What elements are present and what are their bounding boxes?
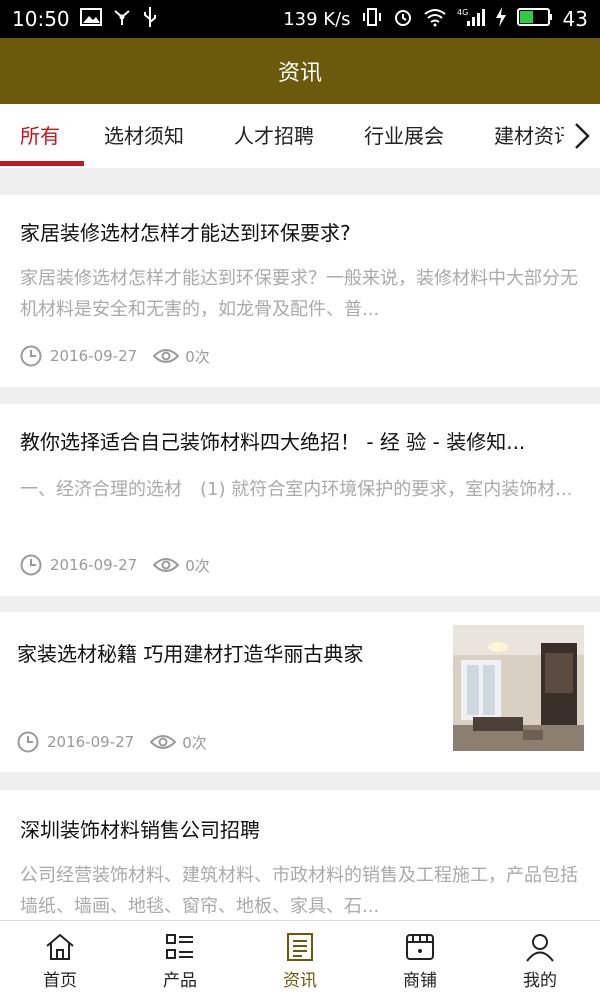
clock-icon — [20, 345, 42, 367]
article-title: 家居装修选材怎样才能达到环保要求? — [20, 221, 351, 245]
article-views: 0次 — [185, 347, 210, 366]
article-meta: 2016-09-27 0次 — [17, 731, 207, 753]
eye-icon — [153, 349, 180, 363]
article-title: 家装选材秘籍 巧用建材打造华丽古典家 — [17, 642, 364, 666]
charging-icon — [495, 6, 507, 32]
tabs-more-button[interactable] — [564, 104, 600, 168]
article-date: 2016-09-27 — [50, 556, 138, 574]
article-summary: 公司经营装饰材料、建筑材料、市政材料的销售及工程施工，产品包括墙纸、墙画、地毯、… — [20, 865, 578, 917]
article-views: 0次 — [185, 556, 210, 575]
signal-4g-icon: 4G — [457, 7, 485, 32]
vibrate-icon — [361, 7, 383, 32]
bottom-navigation: 首页 产品 资讯 商铺 我的 — [0, 920, 600, 1001]
nav-news[interactable]: 资讯 — [240, 921, 360, 1001]
article-card[interactable]: 家居装修选材怎样才能达到环保要求? 家居装修选材怎样才能达到环保要求？一般来说，… — [0, 195, 600, 387]
share-icon — [112, 7, 132, 32]
category-tabs: 所有 选材须知 人才招聘 行业展会 建材资讯 — [0, 104, 600, 168]
page-title: 资讯 — [277, 61, 322, 86]
app-header: 资讯 — [0, 38, 600, 104]
article-thumbnail — [453, 625, 584, 751]
list-icon — [166, 933, 193, 959]
network-speed: 139 K/s — [283, 8, 351, 30]
tab-exhibitions[interactable]: 行业展会 — [364, 104, 444, 168]
store-icon — [406, 933, 434, 960]
article-views: 0次 — [182, 733, 207, 752]
nav-store-label: 商铺 — [403, 970, 437, 991]
nav-home[interactable]: 首页 — [0, 921, 120, 1001]
tab-all[interactable]: 所有 — [20, 104, 60, 168]
battery-icon — [516, 7, 553, 31]
nav-products[interactable]: 产品 — [120, 921, 240, 1001]
tab-material-tips[interactable]: 选材须知 — [104, 104, 184, 168]
usb-icon — [142, 6, 158, 33]
alarm-icon — [393, 7, 413, 32]
article-title: 深圳装饰材料销售公司招聘 — [20, 818, 260, 842]
home-icon — [46, 933, 74, 960]
svg-text:4G: 4G — [457, 8, 468, 17]
article-summary: 一、经济合理的选材 (1) 就符合室内环境保护的要求，室内装饰材... — [20, 479, 573, 500]
article-card[interactable]: 家装选材秘籍 巧用建材打造华丽古典家 2016-09-27 0次 — [0, 612, 600, 772]
article-meta: 2016-09-27 0次 — [20, 554, 210, 576]
article-card[interactable]: 教你选择适合自己装饰材料四大绝招！ - 经 验 - 装修知... 一、经济合理的… — [0, 404, 600, 596]
user-icon — [526, 933, 554, 962]
clock-icon — [17, 731, 39, 753]
status-bar: 10:50 139 K/s 4G 43 — [0, 0, 600, 38]
active-tab-indicator — [0, 161, 84, 166]
article-date: 2016-09-27 — [50, 347, 138, 365]
nav-store[interactable]: 商铺 — [360, 921, 480, 1001]
news-icon — [287, 932, 313, 961]
nav-me-label: 我的 — [523, 970, 557, 991]
article-card[interactable]: 深圳装饰材料销售公司招聘 公司经营装饰材料、建筑材料、市政材料的销售及工程施工，… — [0, 790, 600, 920]
battery-level: 43 — [562, 7, 588, 31]
tab-building-news[interactable]: 建材资讯 — [494, 104, 574, 168]
status-time: 10:50 — [12, 7, 70, 31]
clock-icon — [20, 554, 42, 576]
nav-news-label: 资讯 — [283, 970, 317, 991]
tab-recruitment[interactable]: 人才招聘 — [234, 104, 314, 168]
article-summary: 家居装修选材怎样才能达到环保要求？一般来说，装修材料中大部分无机材料是安全和无害… — [20, 268, 578, 320]
eye-icon — [153, 558, 180, 572]
article-title: 教你选择适合自己装饰材料四大绝招！ - 经 验 - 装修知... — [20, 430, 526, 454]
article-date: 2016-09-27 — [47, 733, 135, 751]
nav-products-label: 产品 — [163, 970, 197, 991]
wifi-icon — [423, 7, 447, 32]
nav-home-label: 首页 — [43, 970, 77, 991]
nav-me[interactable]: 我的 — [480, 921, 600, 1001]
image-icon — [79, 7, 102, 31]
chevron-right-icon — [575, 123, 590, 149]
eye-icon — [150, 735, 177, 749]
article-meta: 2016-09-27 0次 — [20, 345, 210, 367]
